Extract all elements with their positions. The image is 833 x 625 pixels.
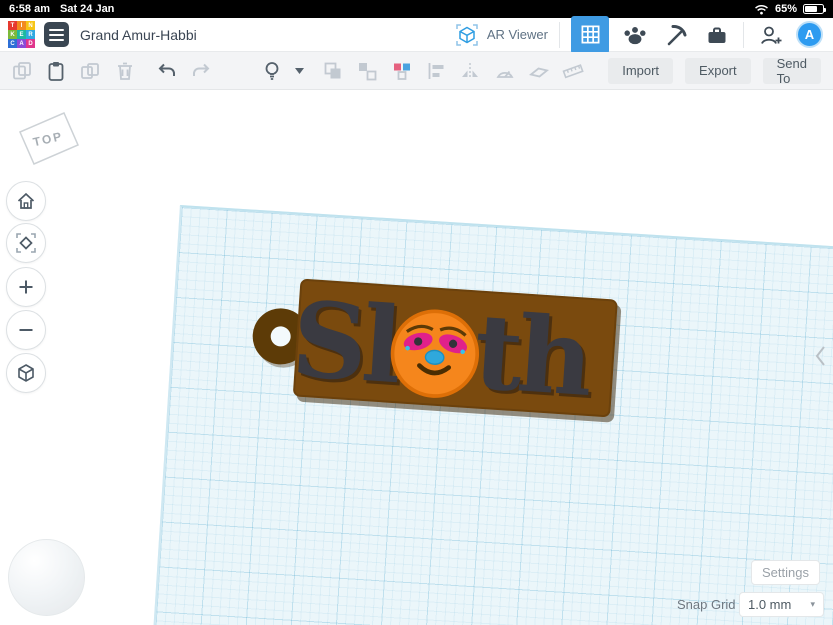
- ar-viewer-button[interactable]: AR Viewer: [454, 22, 548, 48]
- home-icon: [15, 190, 37, 212]
- briefcase-icon: [705, 23, 729, 47]
- pickaxe-button[interactable]: [661, 20, 691, 50]
- mirror-button[interactable]: [459, 58, 482, 84]
- chevron-down-icon: ▾: [810, 599, 815, 610]
- copy-button[interactable]: [10, 58, 33, 84]
- edit-toolbar: Import Export Send To: [0, 52, 833, 90]
- zoom-in-button[interactable]: [6, 267, 46, 307]
- grid-icon: [580, 24, 601, 45]
- header-divider: [743, 22, 744, 48]
- battery-percent: 65%: [775, 3, 797, 15]
- tag-text-before: Sl: [289, 287, 400, 398]
- fit-view-button[interactable]: [6, 223, 46, 263]
- send-to-button[interactable]: Send To: [763, 58, 821, 84]
- tinkercad-app: 6:58 am Sat 24 Jan 65% TINKERCAD Grand A…: [0, 0, 833, 625]
- ar-cube-icon: [454, 22, 480, 48]
- import-button[interactable]: Import: [608, 58, 673, 84]
- design-canvas[interactable]: Sl th: [0, 90, 833, 625]
- minus-icon: [15, 319, 37, 341]
- logo-tile: A: [17, 39, 26, 48]
- clock-date: Sat 24 Jan: [60, 3, 114, 15]
- blocks-view-button[interactable]: [571, 16, 609, 54]
- shapes-panel-chevron[interactable]: [814, 344, 826, 368]
- export-button[interactable]: Export: [685, 58, 751, 84]
- zoom-out-button[interactable]: [6, 310, 46, 350]
- battery-icon: [803, 4, 824, 14]
- undo-button[interactable]: [155, 58, 178, 84]
- tag-text: Sl th: [246, 270, 634, 435]
- snap-grid-value: 1.0 mm: [748, 597, 791, 612]
- tinkercad-logo[interactable]: TINKERCAD: [8, 21, 35, 48]
- logo-tile: I: [17, 21, 26, 30]
- redo-button[interactable]: [190, 58, 213, 84]
- logo-tile: C: [8, 39, 17, 48]
- ar-viewer-label: AR Viewer: [487, 27, 548, 42]
- view-cube[interactable]: TOP: [12, 104, 98, 176]
- workplane-button[interactable]: [527, 58, 550, 84]
- tips-dropdown-caret[interactable]: [295, 58, 306, 84]
- sloth-face: [386, 305, 484, 403]
- design-menu-button[interactable]: [44, 22, 69, 47]
- home-view-button[interactable]: [6, 181, 46, 221]
- logo-tile: D: [26, 39, 35, 48]
- duplicate-button[interactable]: [79, 58, 102, 84]
- tips-button[interactable]: [260, 58, 283, 84]
- clock-time: 6:58 am: [9, 3, 50, 15]
- paw-button[interactable]: [620, 20, 650, 50]
- logo-tile: K: [8, 30, 17, 39]
- paste-button[interactable]: [44, 58, 67, 84]
- add-collaborator-icon: [758, 23, 783, 47]
- avatar[interactable]: A: [796, 21, 823, 48]
- fit-view-icon: [15, 232, 37, 254]
- delete-button[interactable]: [113, 58, 136, 84]
- tag-text-after: th: [471, 299, 591, 410]
- design-title: Grand Amur-Habbi: [80, 27, 197, 43]
- briefcase-button[interactable]: [702, 20, 732, 50]
- wifi-icon: [754, 4, 769, 15]
- orbit-control-ball[interactable]: [8, 539, 85, 616]
- settings-button[interactable]: Settings: [751, 560, 820, 585]
- snap-grid-label: Snap Grid: [677, 597, 736, 612]
- paw-icon: [623, 24, 647, 46]
- logo-tile: E: [17, 30, 26, 39]
- measure-button[interactable]: [493, 58, 516, 84]
- group-button[interactable]: [321, 58, 344, 84]
- color-button[interactable]: [390, 58, 413, 84]
- logo-tile: T: [8, 21, 17, 30]
- logo-tile: N: [26, 21, 35, 30]
- logo-tile: R: [26, 30, 35, 39]
- cube-3d-icon: [15, 362, 37, 384]
- plus-icon: [15, 276, 37, 298]
- ruler-button[interactable]: [562, 58, 585, 84]
- perspective-toggle-button[interactable]: [6, 353, 46, 393]
- ungroup-button[interactable]: [356, 58, 379, 84]
- snap-grid-dropdown[interactable]: 1.0 mm ▾: [739, 592, 824, 617]
- sloth-keychain-object[interactable]: Sl th: [246, 270, 634, 435]
- header-divider: [559, 22, 560, 48]
- pickaxe-icon: [664, 23, 688, 47]
- align-button[interactable]: [424, 58, 447, 84]
- invite-button[interactable]: [755, 20, 785, 50]
- app-header: TINKERCAD Grand Amur-Habbi AR Viewer: [0, 18, 833, 52]
